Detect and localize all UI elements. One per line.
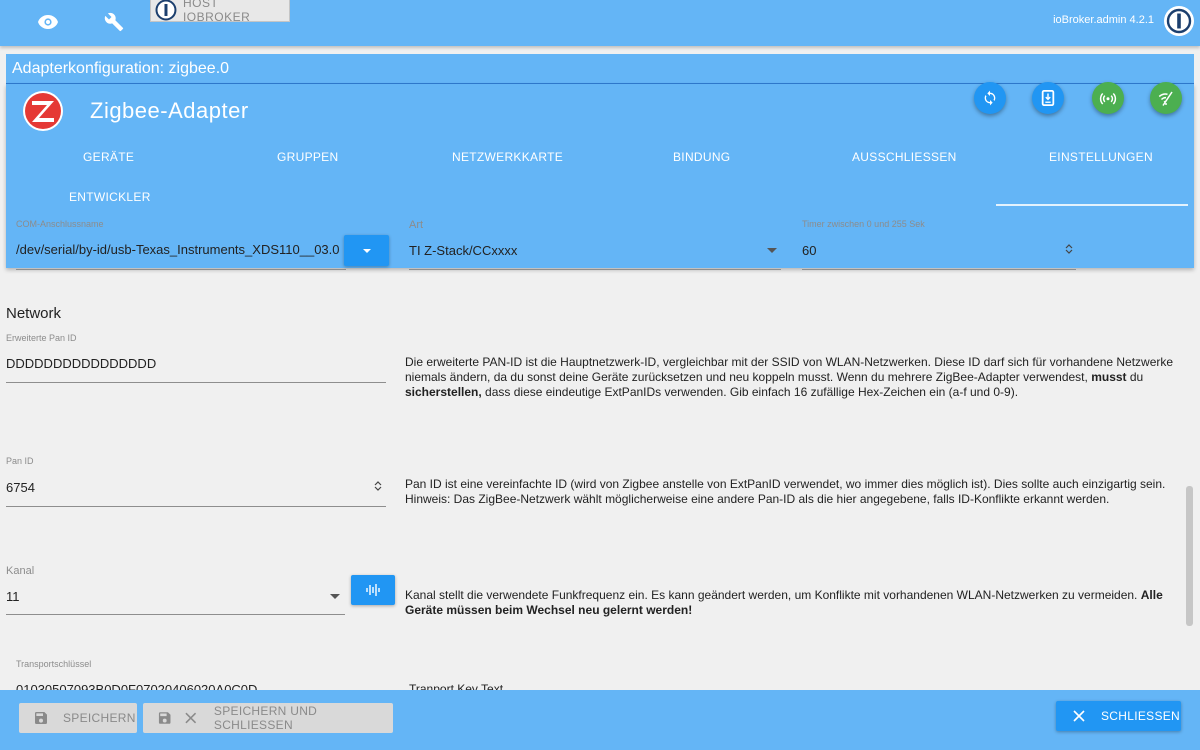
com-port-underline xyxy=(16,269,346,270)
host-label: HOST IOBROKER xyxy=(182,0,251,24)
close-icon xyxy=(185,712,197,724)
com-port-input[interactable]: /dev/serial/by-id/usb-Texas_Instruments_… xyxy=(16,242,344,257)
dialog-title: Adapterkonfiguration: zigbee.0 xyxy=(12,60,230,77)
eye-icon[interactable] xyxy=(34,8,62,36)
admin-version: ioBroker.admin 4.2.1 xyxy=(1053,14,1154,26)
scrollbar[interactable] xyxy=(1186,486,1193,626)
tab-netzwerkkarte[interactable]: NETZWERKKARTE xyxy=(452,150,563,164)
kanal-label: Kanal xyxy=(6,565,35,577)
timer-input[interactable]: 60 xyxy=(802,243,1002,258)
com-port-dropdown-button[interactable] xyxy=(344,235,389,266)
kanal-underline xyxy=(6,614,345,615)
zigbee-logo-icon xyxy=(23,91,63,131)
network-scan-button[interactable] xyxy=(1150,82,1182,114)
pan-id-description: Pan ID ist eine vereinfachte ID (wird vo… xyxy=(405,477,1166,506)
channel-scan-button[interactable] xyxy=(351,575,395,605)
pan-id-input[interactable]: 6754 xyxy=(6,480,306,495)
app-bar: HOST IOBROKER ioBroker.admin 4.2.1 xyxy=(0,0,1200,46)
adapter-title: Zigbee-Adapter xyxy=(90,98,249,123)
save-icon xyxy=(35,712,47,724)
art-underline xyxy=(409,269,781,270)
wifi-off-icon xyxy=(1158,91,1173,106)
ext-pan-id-label: Erweiterte Pan ID xyxy=(6,333,77,343)
tab-entwickler[interactable]: ENTWICKLER xyxy=(69,190,151,204)
tab-gruppen[interactable]: GRUPPEN xyxy=(277,150,338,164)
ext-pan-id-input[interactable]: DDDDDDDDDDDDDDDD xyxy=(6,356,376,371)
wrench-icon[interactable] xyxy=(100,8,128,36)
kanal-dropdown-arrow-icon[interactable] xyxy=(330,594,340,599)
save-button-label: SPEICHERN xyxy=(63,711,136,725)
kanal-description: Kanal stellt die verwendete Funkfrequenz… xyxy=(405,588,1163,617)
adapter-config-dialog: Adapterkonfiguration: zigbee.0 Zigbee-Ad… xyxy=(6,54,1194,750)
active-tab-indicator xyxy=(996,204,1188,206)
tab-ausschliessen[interactable]: AUSSCHLIESSEN xyxy=(852,150,957,164)
com-port-label: COM-Anschlussname xyxy=(16,219,104,229)
adapter-header: Zigbee-Adapter GERÄTE GRUPPEN NETZWERKKA… xyxy=(6,82,1194,268)
tab-einstellungen[interactable]: EINSTELLUNGEN xyxy=(1049,150,1153,164)
tab-bindung[interactable]: BINDUNG xyxy=(673,150,730,164)
save-and-close-label: SPEICHERN UND SCHLIESSEN xyxy=(213,704,318,732)
close-button-label: SCHLIESSEN xyxy=(1101,709,1181,723)
kanal-select[interactable]: 11 xyxy=(6,589,306,604)
save-button[interactable]: SPEICHERN xyxy=(19,703,137,733)
close-icon xyxy=(1073,710,1085,722)
pairing-button[interactable] xyxy=(1092,82,1124,114)
dialog-title-bar: Adapterkonfiguration: zigbee.0 xyxy=(6,54,1194,84)
timer-spinner-icon[interactable] xyxy=(1065,243,1073,255)
close-button[interactable]: SCHLIESSEN xyxy=(1056,701,1181,731)
save-and-close-button[interactable]: SPEICHERN UND SCHLIESSEN xyxy=(143,703,393,733)
iobroker-host-icon xyxy=(155,0,177,21)
wireless-icon xyxy=(1099,92,1117,105)
timer-underline xyxy=(802,269,1076,270)
pan-id-spinner-icon[interactable] xyxy=(374,480,382,492)
sync-icon xyxy=(984,90,996,106)
transport-key-label: Transportschlüssel xyxy=(16,659,92,669)
pan-id-label: Pan ID xyxy=(6,456,34,466)
network-heading: Network xyxy=(6,305,62,322)
art-select[interactable]: TI Z-Stack/CCxxxx xyxy=(409,243,759,258)
iobroker-logo-icon[interactable] xyxy=(1164,6,1194,36)
ext-pan-id-description: Die erweiterte PAN-ID ist die Hauptnetzw… xyxy=(405,355,1174,399)
audio-wave-icon xyxy=(366,584,380,596)
backup-button[interactable] xyxy=(1032,82,1064,114)
timer-label: Timer zwischen 0 und 255 Sek xyxy=(802,219,925,229)
save-icon xyxy=(158,712,171,724)
tab-geraete[interactable]: GERÄTE xyxy=(83,150,134,164)
chevron-down-icon xyxy=(362,248,371,253)
ext-pan-id-underline xyxy=(6,382,386,383)
refresh-button[interactable] xyxy=(974,82,1006,114)
device-download-icon xyxy=(1041,90,1055,106)
art-dropdown-arrow-icon[interactable] xyxy=(767,248,777,253)
art-label: Art xyxy=(409,219,424,231)
bottom-action-bar: SPEICHERN SPEICHERN UND SCHLIESSEN SCHLI… xyxy=(0,690,1200,750)
host-button[interactable]: HOST IOBROKER xyxy=(150,0,290,24)
pan-id-underline xyxy=(6,506,386,507)
